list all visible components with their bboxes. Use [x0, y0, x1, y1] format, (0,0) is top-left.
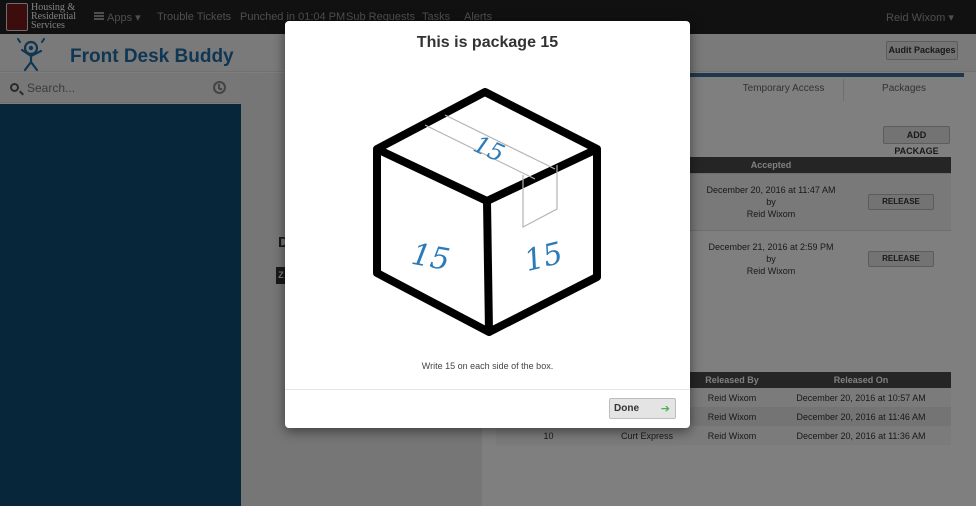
modal-title: This is package 15 — [416, 34, 559, 51]
modal-divider — [285, 389, 690, 390]
package-modal: This is package 15 15 15 15 Write 15 on … — [285, 21, 690, 428]
done-button[interactable]: Done ➔ — [609, 398, 676, 419]
modal-instruction: Write 15 on each side of the box. — [421, 361, 554, 371]
box-number-left: 15 — [409, 237, 453, 278]
arrow-right-icon: ➔ — [660, 403, 670, 415]
package-box-icon: 15 15 15 — [373, 88, 601, 336]
done-label: Done — [614, 403, 639, 414]
